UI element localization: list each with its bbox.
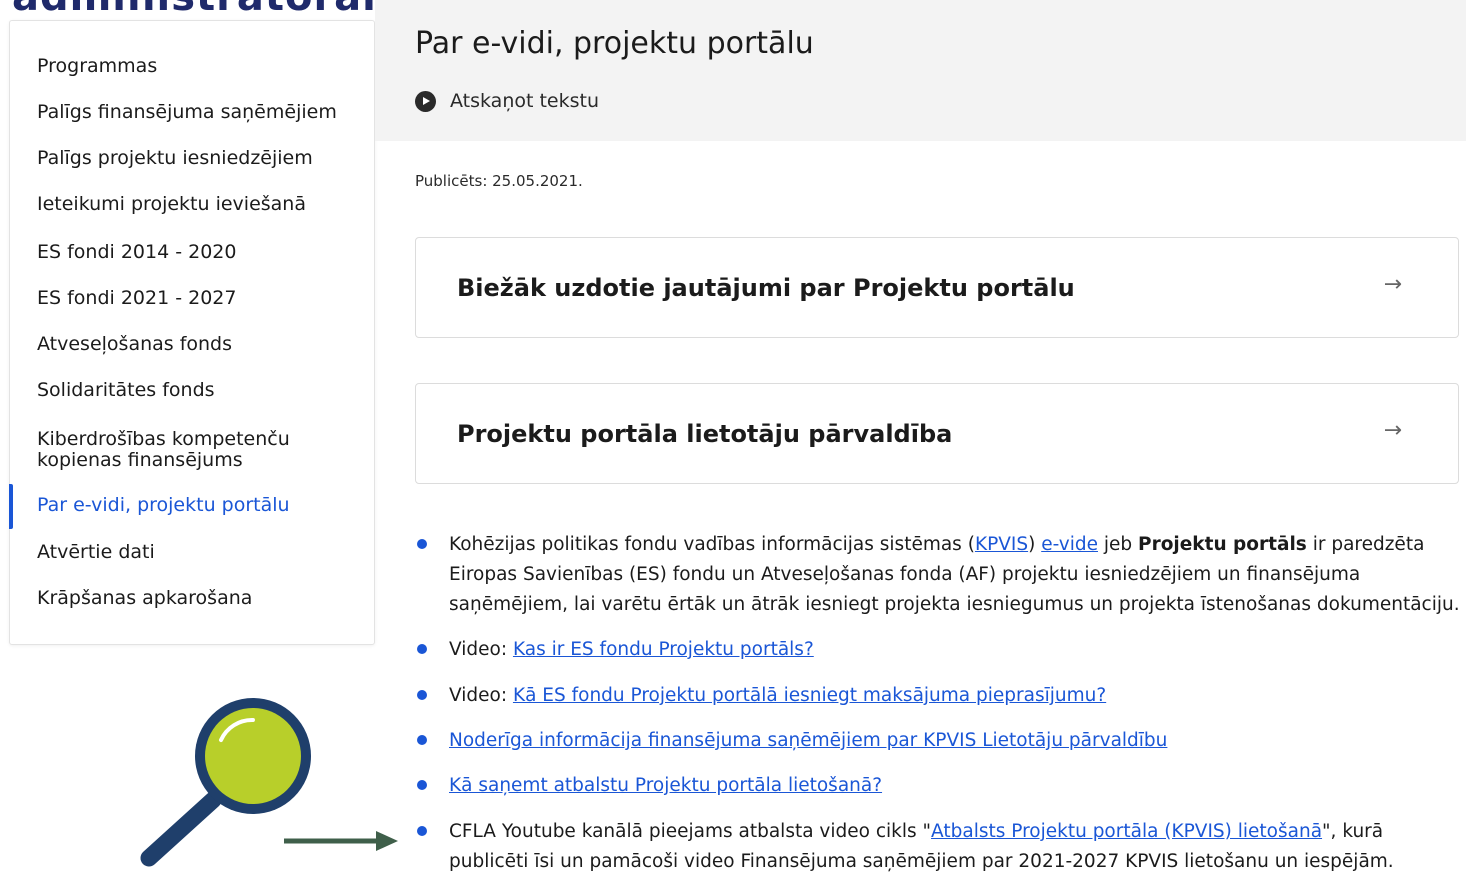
bullet-dot [417,735,427,745]
text: Kohēzijas politikas fondu vadības inform… [449,534,975,555]
bullet-dot [417,644,427,654]
text: Video: [449,685,513,706]
arrow-right-icon: → [1383,272,1402,297]
arrow-right-icon: → [1383,418,1402,443]
text: CFLA Youtube kanālā pieejams atbalsta vi… [449,821,932,842]
user-management-info-link[interactable]: Noderīga informācija finansējuma saņēmēj… [449,730,1167,751]
list-item-text: Video: Kā ES fondu Projektu portālā iesn… [449,681,1463,711]
listen-button[interactable]: Atskaņot tekstu [415,90,599,112]
bullet-dot [417,826,427,836]
active-indicator [9,484,13,529]
text: ) [1028,534,1042,555]
sidebar-item-ieteikumi[interactable]: Ieteikumi projektu ieviešanā [37,194,357,215]
list-item-text: Kā saņemt atbalstu Projektu portāla liet… [449,771,1463,801]
youtube-series-link[interactable]: Atbalsts Projektu portāla (KPVIS) lietoš… [931,821,1322,842]
sidebar-item-atvertie-dati[interactable]: Atvērtie dati [37,542,357,563]
sidebar-nav: Programmas Palīgs finansējuma saņēmējiem… [9,20,375,645]
sidebar-item-paligs-projektu-iesniedzejiem[interactable]: Palīgs projektu iesniedzējiem [37,148,357,169]
play-circle-icon [415,90,436,112]
text: jeb [1097,534,1139,555]
sidebar-item-par-e-vidi[interactable]: Par e-vidi, projektu portālu [37,495,357,516]
sidebar-item-solidaritates-fonds[interactable]: Solidaritātes fonds [37,380,357,401]
text: Video: [449,639,513,660]
list-item-text: Video: Kas ir ES fondu Projektu portāls? [449,635,1463,665]
faq-card[interactable]: Biežāk uzdotie jautājumi par Projektu po… [415,237,1459,338]
kpvis-link[interactable]: KPVIS [975,534,1028,555]
support-link[interactable]: Kā saņemt atbalstu Projektu portāla liet… [449,775,882,796]
card-title: Projektu portāla lietotāju pārvaldība [457,420,953,448]
bold-text: Projektu portāls [1138,534,1307,555]
list-item-text: Noderīga informācija finansējuma saņēmēj… [449,726,1463,756]
card-title: Biežāk uzdotie jautājumi par Projektu po… [457,274,1075,302]
e-vide-link[interactable]: e-vide [1041,534,1098,555]
sidebar-item-atveselosanas-fonds[interactable]: Atveseļošanas fonds [37,334,357,355]
cut-off-heading: administratoram [12,0,405,20]
video-link-what-is-portal[interactable]: Kas ir ES fondu Projektu portāls? [513,639,814,660]
sidebar-item-paligs-finansejuma-sanemejiem[interactable]: Palīgs finansējuma saņēmējiem [37,102,357,123]
list-item-text: Kohēzijas politikas fondu vadības inform… [449,530,1463,620]
bullet-dot [417,690,427,700]
listen-label: Atskaņot tekstu [450,90,600,112]
page-title: Par e-vidi, projektu portālu [415,26,814,61]
user-management-card[interactable]: Projektu portāla lietotāju pārvaldība → [415,383,1459,484]
arrow-right-icon [284,831,398,851]
published-date: Publicēts: 25.05.2021. [415,172,583,190]
sidebar-item-programmas[interactable]: Programmas [37,56,357,77]
page-header [375,0,1466,141]
sidebar-item-kiberdrosibas[interactable]: Kiberdrošības kompetenču kopienas finans… [37,429,307,471]
sidebar-item-es-fondi-2021-2027[interactable]: ES fondi 2021 - 2027 [37,288,357,309]
list-item-text: CFLA Youtube kanālā pieejams atbalsta vi… [449,817,1463,872]
bullet-dot [417,780,427,790]
sidebar-item-es-fondi-2014-2020[interactable]: ES fondi 2014 - 2020 [37,242,357,263]
sidebar-item-krapsanas-apkarosana[interactable]: Krāpšanas apkarošana [37,588,357,609]
bullet-dot [417,539,427,549]
video-link-payment-request[interactable]: Kā ES fondu Projektu portālā iesniegt ma… [513,685,1106,706]
